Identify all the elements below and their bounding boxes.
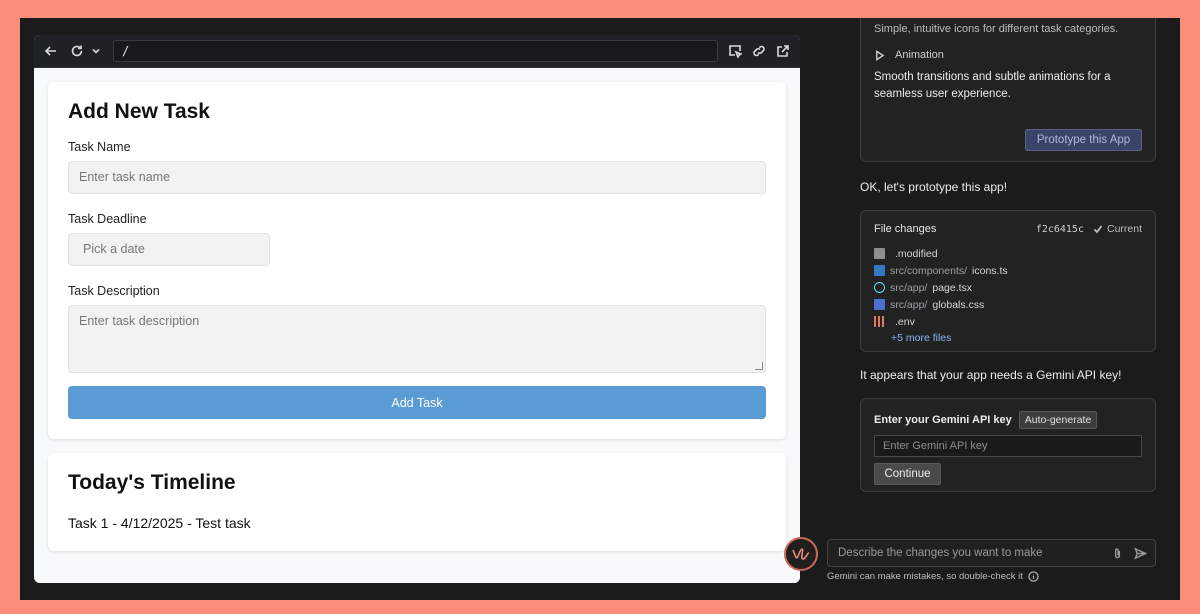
toolbar-actions bbox=[726, 42, 792, 60]
task-name-input[interactable]: Enter task name bbox=[68, 161, 766, 194]
url-bar[interactable]: / bbox=[113, 40, 718, 62]
continue-button[interactable]: Continue bbox=[874, 463, 941, 485]
play-icon bbox=[876, 49, 885, 61]
reload-menu-button[interactable] bbox=[87, 42, 105, 60]
file-name: page.tsx bbox=[932, 281, 973, 294]
link-icon bbox=[753, 45, 765, 57]
file-dir: src/app/ bbox=[890, 298, 928, 311]
reload-icon bbox=[71, 45, 83, 57]
file-item[interactable]: src/components/icons.ts bbox=[874, 262, 1142, 279]
send-icon[interactable] bbox=[1134, 547, 1147, 560]
app-frame: / Add New Task Task Name Enter task name… bbox=[20, 18, 1180, 600]
add-task-card: Add New Task Task Name Enter task name T… bbox=[48, 82, 786, 439]
task-description-placeholder: Enter task description bbox=[79, 314, 200, 328]
preview-browser: / Add New Task Task Name Enter task name… bbox=[34, 35, 800, 583]
css-icon bbox=[874, 299, 885, 310]
file-item[interactable]: src/app/globals.css bbox=[874, 296, 1142, 313]
more-files-link[interactable]: +5 more files bbox=[891, 332, 1142, 344]
file-item[interactable]: src/app/page.tsx bbox=[874, 279, 1142, 296]
timeline-task-item: Task 1 - 4/12/2025 - Test task bbox=[68, 515, 251, 531]
arrow-left-icon bbox=[44, 46, 56, 56]
disclaimer: Gemini can make mistakes, so double-chec… bbox=[827, 571, 1039, 582]
resize-handle[interactable] bbox=[755, 362, 763, 370]
info-icon[interactable] bbox=[1028, 571, 1039, 582]
feature-animation-row: Animation bbox=[874, 49, 1142, 61]
current-status-label: Current bbox=[1106, 223, 1142, 235]
feature-card: Simple, intuitive icons for different ta… bbox=[860, 18, 1156, 162]
file-name: .modified bbox=[895, 247, 938, 260]
select-element-button[interactable] bbox=[726, 42, 744, 60]
task-description-textarea[interactable]: Enter task description bbox=[68, 305, 766, 373]
chat-panel: Simple, intuitive icons for different ta… bbox=[860, 18, 1156, 600]
file-dir: src/app/ bbox=[890, 281, 928, 294]
auto-generate-button[interactable]: Auto-generate bbox=[1018, 411, 1098, 429]
timeline-title: Today's Timeline bbox=[68, 471, 236, 494]
task-name-label: Task Name bbox=[68, 140, 131, 154]
back-button[interactable] bbox=[42, 42, 60, 60]
task-deadline-label: Task Deadline bbox=[68, 212, 147, 226]
file-item[interactable]: .env bbox=[874, 313, 1142, 330]
chat-message: OK, let's prototype this app! bbox=[860, 180, 1008, 194]
file-name: .env bbox=[895, 315, 915, 328]
chat-message: It appears that your app needs a Gemini … bbox=[860, 368, 1122, 382]
file-changes-title: File changes bbox=[874, 223, 937, 235]
file-name: icons.ts bbox=[972, 264, 1008, 277]
form-title: Add New Task bbox=[68, 100, 210, 123]
reload-button[interactable] bbox=[68, 42, 86, 60]
settings-icon bbox=[874, 316, 885, 327]
disclaimer-text: Gemini can make mistakes, so double-chec… bbox=[827, 571, 1023, 582]
feature-description: Smooth transitions and subtle animations… bbox=[874, 71, 1111, 100]
file-dir: src/components/ bbox=[890, 264, 968, 277]
file-name: globals.css bbox=[932, 298, 985, 311]
typescript-icon bbox=[874, 265, 885, 276]
signature-logo-icon bbox=[792, 548, 810, 560]
cursor-select-icon bbox=[729, 45, 742, 58]
file-icon bbox=[874, 248, 885, 259]
api-key-header: Enter your Gemini API key Auto-generate bbox=[874, 411, 1142, 429]
commit-hash[interactable]: f2c6415c bbox=[1036, 224, 1084, 235]
react-icon bbox=[874, 282, 885, 293]
timeline-card: Today's Timeline Task 1 - 4/12/2025 - Te… bbox=[48, 453, 786, 551]
external-link-icon bbox=[777, 45, 789, 57]
api-key-input[interactable]: Enter Gemini API key bbox=[874, 435, 1142, 457]
task-description-label: Task Description bbox=[68, 284, 160, 298]
check-icon bbox=[1093, 225, 1103, 234]
avatar[interactable] bbox=[784, 537, 818, 571]
chevron-down-icon bbox=[92, 48, 100, 54]
api-key-card: Enter your Gemini API key Auto-generate … bbox=[860, 398, 1156, 492]
api-key-title: Enter your Gemini API key bbox=[874, 414, 1012, 426]
chat-composer[interactable]: Describe the changes you want to make bbox=[827, 539, 1156, 567]
file-item[interactable]: .modified bbox=[874, 245, 1142, 262]
file-changes-card: File changes f2c6415c Current .modified … bbox=[860, 210, 1156, 352]
prototype-app-button[interactable]: Prototype this App bbox=[1025, 129, 1142, 151]
preview-page: Add New Task Task Name Enter task name T… bbox=[34, 68, 800, 583]
feature-intro-text: Simple, intuitive icons for different ta… bbox=[874, 23, 1119, 35]
feature-name: Animation bbox=[895, 49, 944, 61]
reload-group bbox=[68, 42, 105, 60]
attach-icon[interactable] bbox=[1111, 547, 1124, 560]
add-task-button[interactable]: Add Task bbox=[68, 386, 766, 419]
composer-input[interactable]: Describe the changes you want to make bbox=[838, 547, 1101, 559]
task-deadline-picker[interactable]: Pick a date bbox=[68, 233, 270, 266]
browser-toolbar: / bbox=[34, 35, 800, 68]
copy-link-button[interactable] bbox=[750, 42, 768, 60]
current-status: Current bbox=[1093, 223, 1142, 235]
open-new-tab-button[interactable] bbox=[774, 42, 792, 60]
file-changes-header: File changes f2c6415c Current bbox=[874, 223, 1142, 235]
